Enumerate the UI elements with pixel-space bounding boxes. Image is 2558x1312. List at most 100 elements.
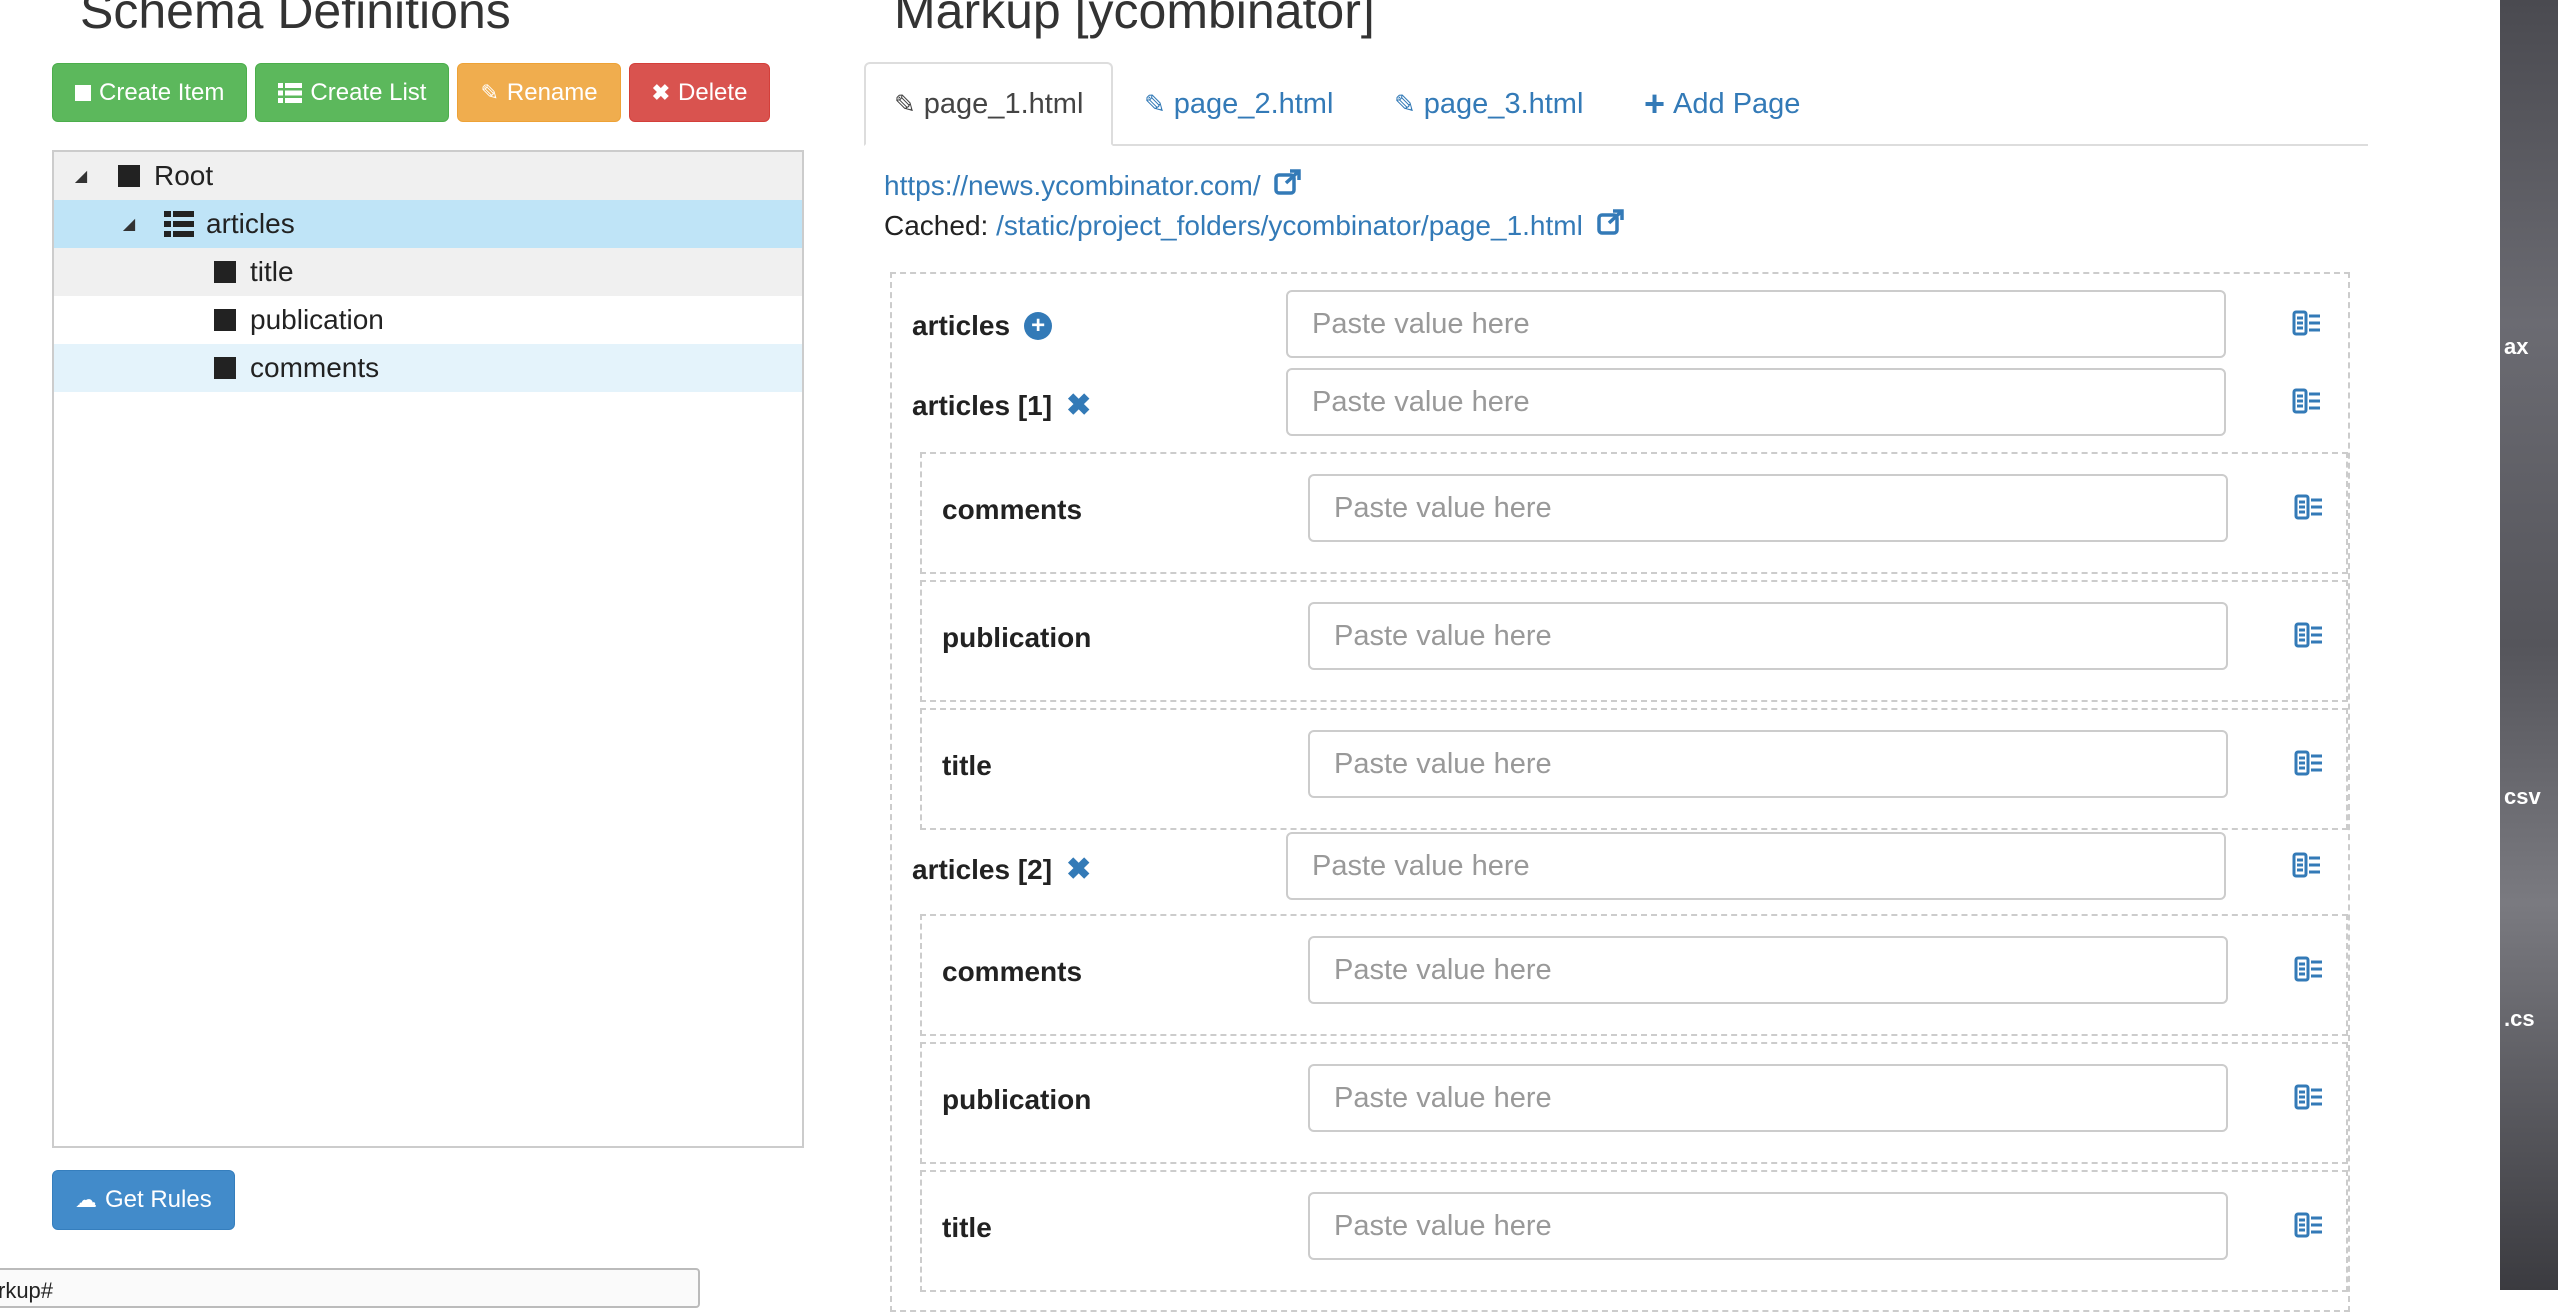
tab-page-3[interactable]: ✎ page_3.html [1394,62,1583,146]
tab-label: page_2.html [1173,87,1334,120]
rename-button[interactable]: ✎ Rename [457,63,621,122]
item-icon [214,357,236,379]
value-input[interactable] [1308,1064,2228,1132]
field-label: articles + [912,310,1053,342]
value-input[interactable] [1308,730,2228,798]
get-rules-label: Get Rules [105,1186,212,1213]
item-icon [214,261,236,283]
list-icon [164,211,194,237]
pencil-icon: ✎ [1394,88,1416,119]
value-input[interactable] [1308,474,2228,542]
field-label: comments [942,494,1082,526]
create-item-label: Create Item [99,78,225,106]
field-label-text: title [942,750,992,781]
desktop-file-label[interactable]: csv [2504,784,2541,810]
desktop-background [2500,0,2558,1290]
add-page-label: Add Page [1673,87,1801,120]
tree-node-articles[interactable]: ◢ articles [54,200,802,248]
schema-tree: ◢ Root ◢ articles title publication comm… [52,150,804,1148]
field-label-text: comments [942,494,1083,525]
field-label: comments [942,956,1082,988]
cloud-download-icon: ☁ [75,1187,97,1212]
source-url-link[interactable]: https://news.ycombinator.com/ [884,170,1261,201]
field-label: articles [2] ✖ [912,852,1091,887]
value-input[interactable] [1286,832,2226,900]
selector-icon[interactable] [2294,492,2324,522]
schema-toolbar: Create Item Create List ✎ Rename ✖ Delet… [52,63,771,122]
desktop-file-label[interactable]: .cs [2504,1006,2535,1032]
add-page-tab[interactable]: + Add Page [1644,62,1800,146]
field-row-title: title [920,708,2348,830]
list-icon [278,82,303,103]
item-icon [214,309,236,331]
selector-icon[interactable] [2292,850,2322,880]
selector-icon[interactable] [2294,954,2324,984]
pencil-icon: ✎ [480,79,499,105]
external-link-icon[interactable] [1274,169,1302,195]
collapse-icon[interactable]: ◢ [66,166,96,186]
selector-icon[interactable] [2294,1082,2324,1112]
field-label-text: title [942,1212,992,1243]
field-label: publication [942,622,1091,654]
cached-path-link[interactable]: /static/project_folders/ycombinator/page… [996,210,1583,241]
tree-label-title: title [250,256,294,287]
remove-item-icon[interactable]: ✖ [1066,388,1091,423]
bottom-status-bar: rkup# [0,1268,700,1308]
delete-button[interactable]: ✖ Delete [628,63,771,122]
desktop-file-label[interactable]: ax [2504,334,2528,360]
tree-node-publication[interactable]: publication [54,296,802,344]
add-item-icon[interactable]: + [1024,312,1053,340]
tab-label: page_3.html [1423,87,1584,120]
value-input[interactable] [1286,368,2226,436]
page-links: https://news.ycombinator.com/ Cached: /s… [884,166,1625,246]
field-label-text: articles [912,310,1011,341]
tree-node-root[interactable]: ◢ Root [54,152,802,200]
field-row-articles: articles + [892,290,2348,370]
value-input[interactable] [1308,1192,2228,1260]
cached-label: Cached: [884,210,989,241]
create-item-button[interactable]: Create Item [52,63,248,122]
field-row-articles-1: articles [1] ✖ [892,368,2348,448]
pencil-icon: ✎ [894,88,916,119]
tab-label: page_1.html [923,87,1084,120]
tree-label-publication: publication [250,304,384,335]
create-list-label: Create List [310,78,427,106]
field-label-text: publication [942,622,1092,653]
selector-icon[interactable] [2294,1210,2324,1240]
plus-icon: + [1644,83,1666,124]
external-link-icon[interactable] [1596,209,1625,235]
selector-icon[interactable] [2292,386,2322,416]
tab-page-1[interactable]: ✎ page_1.html [864,62,1114,146]
field-row-articles-2: articles [2] ✖ [892,832,2348,912]
tree-label-root: Root [154,160,214,191]
field-label: articles [1] ✖ [912,388,1091,423]
close-icon: ✖ [651,79,671,105]
field-label-text: publication [942,1084,1092,1115]
create-list-button[interactable]: Create List [255,63,450,122]
value-input[interactable] [1286,290,2226,358]
field-row-publication: publication [920,580,2348,702]
field-label-text: comments [942,956,1083,987]
selector-icon[interactable] [2294,748,2324,778]
item-icon [118,165,140,187]
get-rules-button[interactable]: ☁ Get Rules [52,1170,235,1230]
remove-item-icon[interactable]: ✖ [1066,852,1091,887]
bottom-status-text: rkup# [0,1278,54,1303]
value-input[interactable] [1308,602,2228,670]
value-input[interactable] [1308,936,2228,1004]
pencil-icon: ✎ [1144,88,1166,119]
rename-label: Rename [506,78,598,106]
tab-page-2[interactable]: ✎ page_2.html [1144,62,1333,146]
selector-icon[interactable] [2294,620,2324,650]
field-row-comments: comments [920,914,2348,1036]
square-icon [75,84,91,101]
tree-label-comments: comments [250,352,380,383]
tree-label-articles: articles [206,208,295,239]
tree-node-title[interactable]: title [54,248,802,296]
delete-label: Delete [678,78,748,106]
tree-node-comments[interactable]: comments [54,344,802,392]
collapse-icon[interactable]: ◢ [114,214,144,234]
selector-icon[interactable] [2292,308,2322,338]
markup-form: articles + articles [1] ✖ comments [890,272,2350,1312]
field-label: title [942,750,992,782]
